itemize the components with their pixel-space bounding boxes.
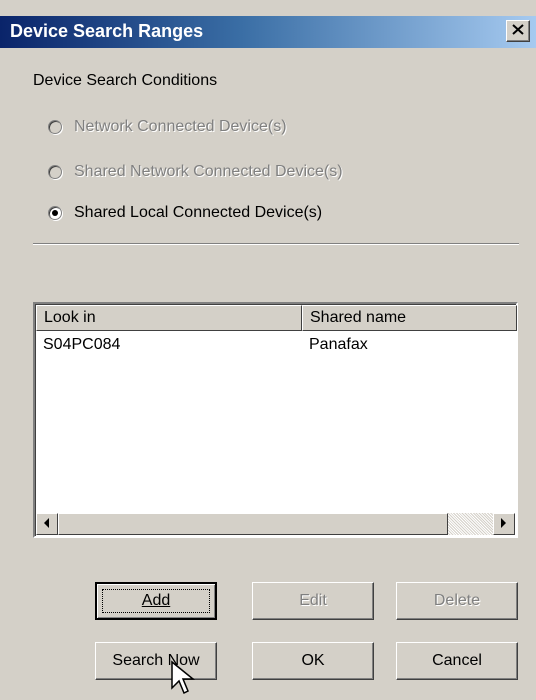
device-search-ranges-dialog: Device Search Ranges Device Search Condi… [0, 0, 536, 700]
cancel-button-label: Cancel [432, 652, 482, 669]
edit-button-label: Edit [299, 592, 327, 609]
radio-button-selected-icon [48, 206, 62, 220]
radio-shared-network-connected[interactable]: Shared Network Connected Device(s) [48, 160, 343, 184]
focus-rectangle [102, 589, 210, 613]
search-conditions-label: Device Search Conditions [33, 72, 218, 89]
scroll-track-pattern [448, 513, 493, 535]
scroll-thumb[interactable] [58, 513, 448, 535]
radio-shared-local-connected[interactable]: Shared Local Connected Device(s) [48, 201, 322, 225]
list-header: Look in Shared name [36, 305, 517, 331]
delete-button[interactable]: Delete [396, 582, 518, 620]
close-button[interactable] [506, 20, 530, 42]
radio-button-icon [48, 165, 62, 179]
edit-button[interactable]: Edit [252, 582, 374, 620]
ok-button[interactable]: OK [252, 642, 374, 680]
radio-label: Shared Local Connected Device(s) [74, 204, 323, 221]
column-header-shared-name[interactable]: Shared name [302, 305, 517, 331]
cell-look-in: S04PC084 [43, 336, 121, 353]
device-list[interactable]: Look in Shared name S04PC084 Panafax [33, 302, 518, 538]
radio-network-connected[interactable]: Network Connected Device(s) [48, 115, 287, 139]
radio-label: Network Connected Device(s) [74, 118, 287, 135]
arrow-right-icon [501, 515, 507, 533]
dialog-title: Device Search Ranges [10, 21, 204, 41]
column-header-look-in[interactable]: Look in [36, 305, 302, 331]
mouse-pointer-icon [171, 660, 196, 695]
add-button[interactable]: Add [95, 582, 217, 620]
arrow-left-icon [44, 515, 50, 533]
delete-button-label: Delete [433, 592, 481, 609]
separator [33, 243, 519, 245]
horizontal-scrollbar[interactable] [36, 513, 515, 535]
search-now-button[interactable]: Search Now [95, 642, 217, 680]
title-bar[interactable]: Device Search Ranges [0, 16, 536, 48]
list-item[interactable]: S04PC084 Panafax [36, 333, 517, 359]
close-icon [512, 23, 524, 39]
cell-shared-name: Panafax [309, 336, 368, 353]
scroll-track[interactable] [58, 513, 493, 535]
radio-button-icon [48, 120, 62, 134]
cancel-button[interactable]: Cancel [396, 642, 518, 680]
scroll-right-button[interactable] [493, 513, 515, 535]
ok-button-label: OK [301, 652, 325, 669]
scroll-left-button[interactable] [36, 513, 58, 535]
radio-label: Shared Network Connected Device(s) [74, 163, 343, 180]
